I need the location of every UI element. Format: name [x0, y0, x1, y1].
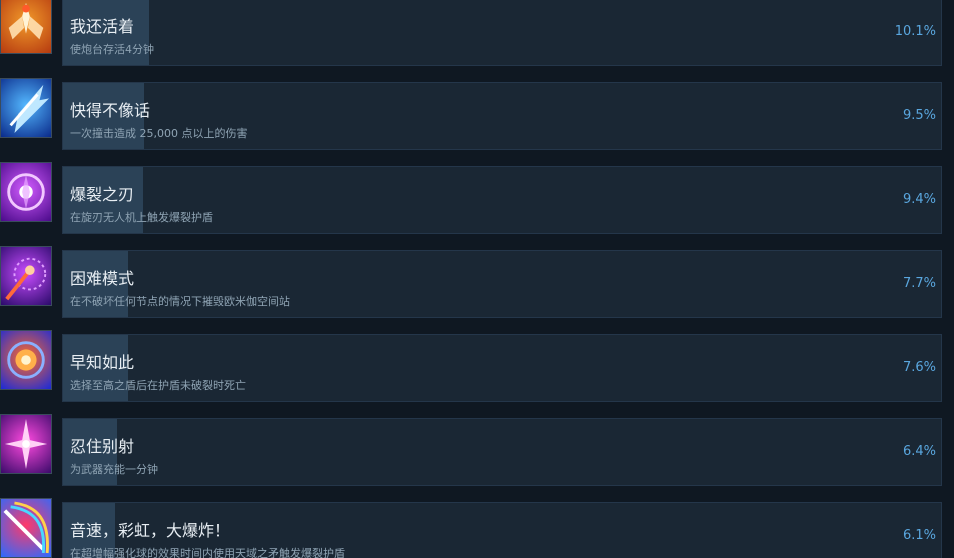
achievement-row: 我还活着 使炮台存活4分钟 10.1%	[0, 0, 954, 72]
unlock-percent: 6.1%	[902, 528, 936, 543]
achievement-card[interactable]: 快得不像话 一次撞击造成 25,000 点以上的伤害 9.5%	[62, 82, 942, 150]
achievement-row: 早知如此 选择至高之盾后在护盾未破裂时死亡 7.6%	[0, 324, 954, 408]
rainbow-spear-icon	[0, 498, 52, 558]
winged-figure-icon	[0, 0, 52, 54]
achievement-title: 快得不像话	[70, 101, 151, 120]
buzzsaw-drone-icon	[0, 162, 52, 222]
unlock-percent: 10.1%	[894, 24, 936, 39]
achievement-card[interactable]: 音速，彩虹，大爆炸！ 在超增幅强化球的效果时间内使用天域之矛触发爆裂护盾 6.1…	[62, 502, 942, 558]
achievement-description: 在旋刃无人机上触发爆裂护盾	[70, 211, 213, 224]
unlock-percent: 7.7%	[902, 276, 936, 291]
achievement-title: 音速，彩虹，大爆炸！	[70, 521, 231, 540]
achievement-row: 爆裂之刃 在旋刃无人机上触发爆裂护盾 9.4%	[0, 156, 954, 240]
achievement-title: 早知如此	[70, 353, 135, 372]
achievement-description: 一次撞击造成 25,000 点以上的伤害	[70, 127, 248, 140]
glowing-shield-orb-icon	[0, 330, 52, 390]
unlock-percent: 7.6%	[902, 360, 936, 375]
unlock-percent: 9.4%	[902, 192, 936, 207]
charge-spark-icon	[0, 414, 52, 474]
achievement-description: 选择至高之盾后在护盾未破裂时死亡	[70, 379, 246, 392]
unlock-percent: 9.5%	[902, 108, 936, 123]
unlock-percent: 6.4%	[902, 444, 936, 459]
achievement-description: 在不破坏任何节点的情况下摧毁欧米伽空间站	[70, 295, 290, 308]
achievement-list: 我还活着 使炮台存活4分钟 10.1% 快得不像话 一次撞击造成 25,000 …	[0, 0, 954, 558]
achievement-title: 困难模式	[70, 269, 135, 288]
achievement-card[interactable]: 我还活着 使炮台存活4分钟 10.1%	[62, 0, 942, 66]
achievement-description: 使炮台存活4分钟	[70, 43, 154, 56]
achievement-title: 爆裂之刃	[70, 185, 135, 204]
achievement-description: 为武器充能一分钟	[70, 463, 158, 476]
station-burst-icon	[0, 246, 52, 306]
speed-blade-icon	[0, 78, 52, 138]
achievement-card[interactable]: 忍住别射 为武器充能一分钟 6.4%	[62, 418, 942, 486]
achievement-title: 忍住别射	[70, 437, 135, 456]
achievement-row: 快得不像话 一次撞击造成 25,000 点以上的伤害 9.5%	[0, 72, 954, 156]
achievement-card[interactable]: 爆裂之刃 在旋刃无人机上触发爆裂护盾 9.4%	[62, 166, 942, 234]
achievement-row: 困难模式 在不破坏任何节点的情况下摧毁欧米伽空间站 7.7%	[0, 240, 954, 324]
achievement-card[interactable]: 困难模式 在不破坏任何节点的情况下摧毁欧米伽空间站 7.7%	[62, 250, 942, 318]
achievement-row: 忍住别射 为武器充能一分钟 6.4%	[0, 408, 954, 492]
achievement-title: 我还活着	[70, 17, 135, 36]
achievement-row: 音速，彩虹，大爆炸！ 在超增幅强化球的效果时间内使用天域之矛触发爆裂护盾 6.1…	[0, 492, 954, 558]
achievement-description: 在超增幅强化球的效果时间内使用天域之矛触发爆裂护盾	[70, 547, 345, 558]
achievement-card[interactable]: 早知如此 选择至高之盾后在护盾未破裂时死亡 7.6%	[62, 334, 942, 402]
